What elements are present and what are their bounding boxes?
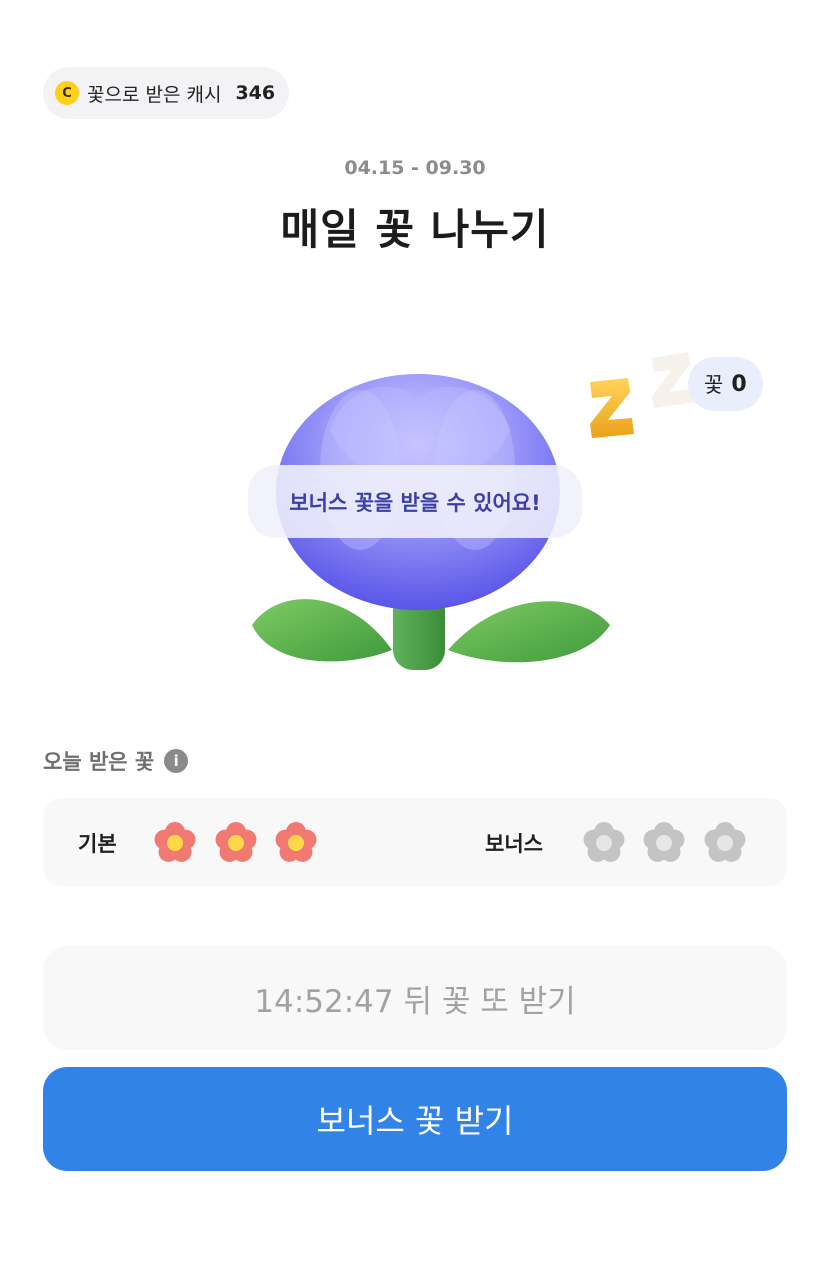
basic-flower-icon: [275, 822, 317, 862]
today-flowers-heading: 오늘 받은 꽃 i: [43, 746, 189, 776]
next-flower-timer: 14:52:47 뒤 꽃 또 받기: [43, 946, 787, 1050]
coin-icon: C: [55, 81, 79, 105]
bonus-flower-icon: [643, 822, 685, 862]
event-period: 04.15 - 09.30: [344, 157, 486, 179]
flower-count-value: 0: [731, 371, 747, 397]
basic-flower-icon: [215, 822, 257, 862]
flowers-card: 기본 보너스: [43, 798, 787, 886]
info-icon[interactable]: i: [164, 749, 189, 773]
bonus-flower-icon: [583, 822, 625, 862]
get-bonus-flower-button[interactable]: 보너스 꽃 받기: [43, 1067, 787, 1171]
basic-label: 기본: [78, 832, 117, 856]
basic-flower-icon: [154, 822, 196, 862]
today-flowers-label: 오늘 받은 꽃: [43, 750, 155, 774]
bonus-label: 보너스: [485, 832, 543, 856]
cash-balance-pill[interactable]: C 꽃으로 받은 캐시 346: [43, 67, 290, 119]
bonus-flower-icon: [704, 822, 746, 862]
bonus-hint-bubble: 보너스 꽃을 받을 수 있어요!: [248, 465, 582, 538]
page-title: 매일 꽃 나누기: [280, 205, 550, 254]
flower-count-label: 꽃: [704, 373, 724, 397]
cash-amount: 346: [235, 82, 276, 104]
flower-count-badge: 꽃 0: [688, 357, 763, 411]
cash-label: 꽃으로 받은 캐시: [87, 83, 222, 106]
